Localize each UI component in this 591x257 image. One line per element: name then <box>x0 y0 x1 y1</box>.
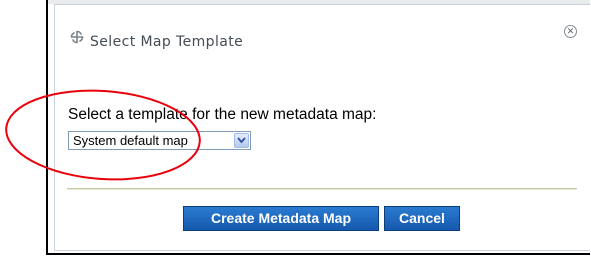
chevron-down-icon <box>237 137 246 144</box>
dialog-divider <box>67 188 577 190</box>
dialog-title: Select Map Template <box>90 34 244 50</box>
create-metadata-map-button[interactable]: Create Metadata Map <box>183 206 379 231</box>
swirl-logo-icon <box>70 30 84 44</box>
template-select-value: System default map <box>73 133 188 148</box>
template-select[interactable]: System default map <box>68 131 251 150</box>
template-prompt-label: Select a template for the new metadata m… <box>68 106 377 123</box>
cancel-button[interactable]: Cancel <box>384 206 460 231</box>
close-icon[interactable]: ✕ <box>564 25 577 38</box>
dropdown-arrow-icon[interactable] <box>234 133 249 148</box>
